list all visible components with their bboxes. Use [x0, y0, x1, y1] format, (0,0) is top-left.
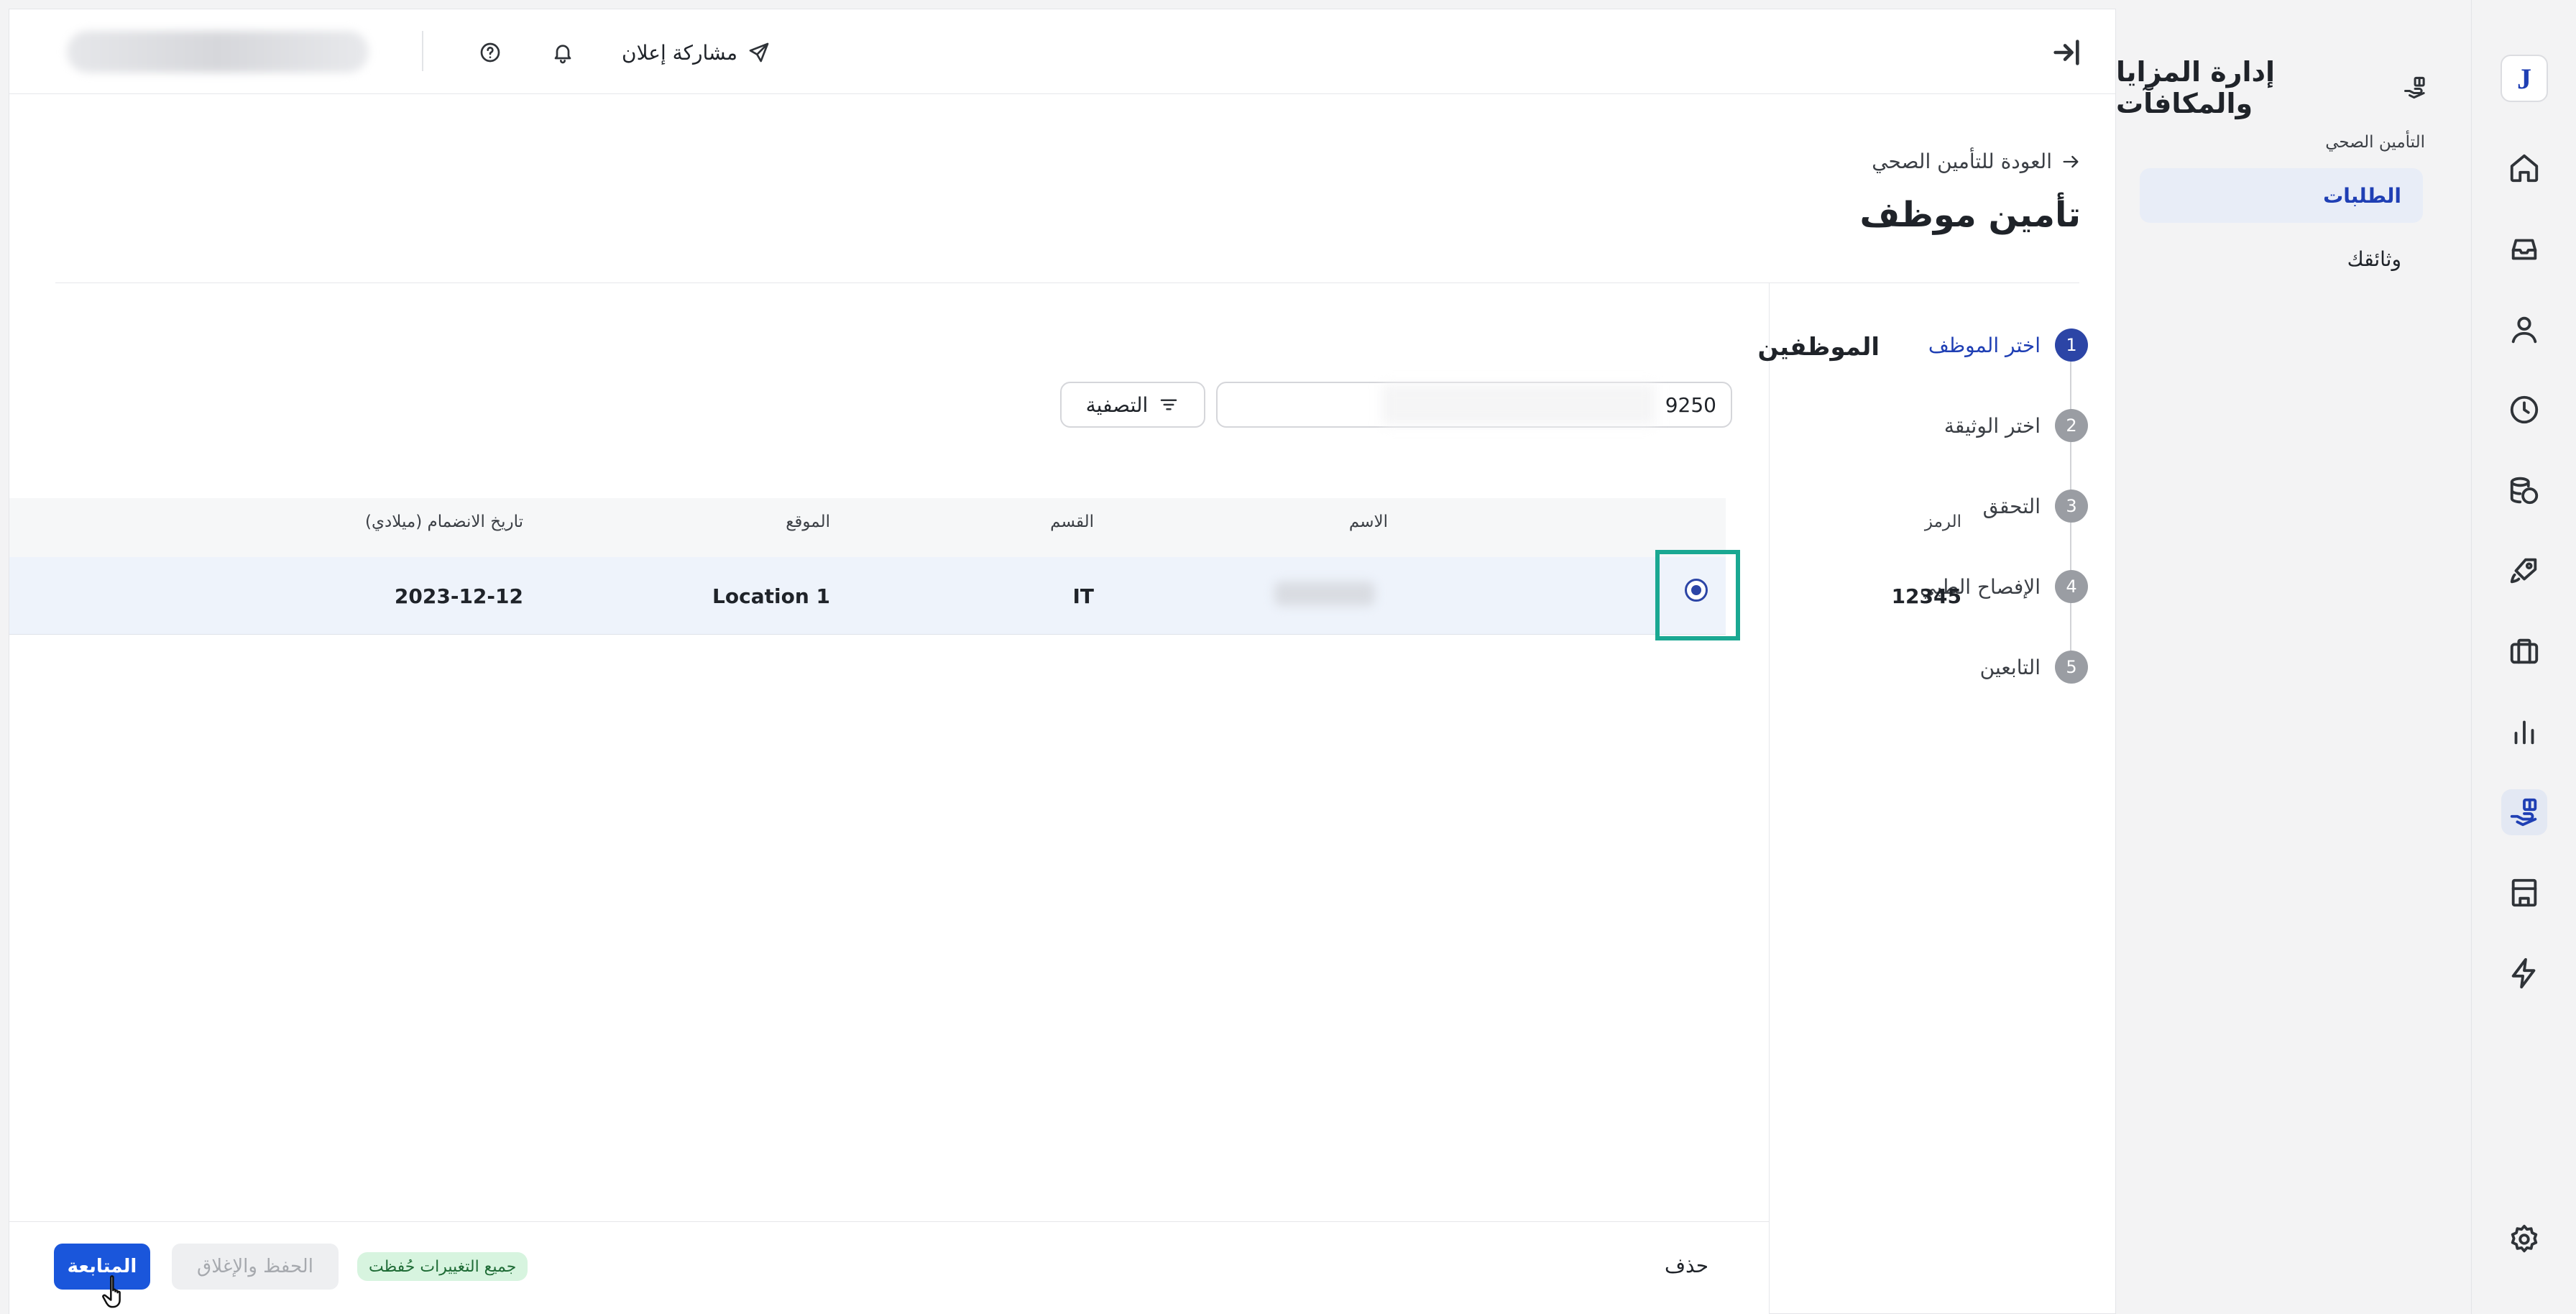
employees-section-title: الموظفين — [1757, 333, 1880, 362]
coins-icon[interactable] — [2501, 467, 2547, 513]
user-profile-blurred[interactable] — [67, 31, 369, 73]
building-icon[interactable] — [2501, 870, 2547, 916]
row-select-radio[interactable] — [1685, 579, 1708, 602]
table-row[interactable] — [9, 557, 1726, 635]
subnav-item-label: الطلبات — [2323, 183, 2401, 208]
step-number: 5 — [2055, 651, 2088, 684]
step-number: 4 — [2055, 570, 2088, 603]
hand-cursor-icon — [102, 1275, 121, 1308]
filter-button-label: التصفية — [1085, 392, 1149, 417]
steps-panel: 1 اختر الموظف 2 اختر الوثيقة 3 التحقق 4 … — [1769, 283, 2117, 1314]
bolt-icon[interactable] — [2501, 950, 2547, 996]
cell-location: Location 1 — [712, 584, 830, 608]
rocket-icon[interactable] — [2501, 548, 2547, 594]
settings-icon[interactable] — [2501, 1216, 2547, 1262]
column-header-department: القسم — [1050, 513, 1094, 531]
cell-code: 12345 — [1891, 584, 1961, 608]
benefits-hand-icon[interactable] — [2501, 789, 2547, 835]
filter-icon — [1161, 399, 1177, 410]
bell-icon[interactable] — [548, 38, 577, 67]
step-label: اختر الوثيقة — [1944, 413, 2041, 438]
home-icon[interactable] — [2501, 145, 2547, 191]
module-title: إدارة المزايا والمكافآت — [2116, 56, 2428, 119]
step-select-policy[interactable]: 2 اختر الوثيقة — [1944, 408, 2088, 443]
user-icon[interactable] — [2501, 306, 2547, 352]
top-bar: مشاركة إعلان — [9, 9, 2115, 94]
step-number: 2 — [2055, 409, 2088, 442]
collapse-sidebar-icon[interactable] — [2049, 35, 2084, 70]
app-window: J إدارة المزايا والمكافآت التأمين الصحي … — [0, 0, 2576, 1314]
delete-button[interactable]: حذف — [1665, 1254, 1708, 1277]
saved-status-badge: جميع التغييرات حُفظت — [357, 1252, 528, 1281]
cell-department: IT — [1072, 584, 1094, 608]
save-and-close-button[interactable]: الحفظ والإغلاق — [172, 1244, 339, 1290]
back-link[interactable]: العودة للتأمين الصحي — [1872, 150, 2081, 173]
bar-chart-icon[interactable] — [2501, 709, 2547, 755]
icon-rail: J — [2471, 0, 2576, 1314]
app-logo: J — [2501, 55, 2548, 102]
arrow-right-icon — [2063, 155, 2079, 167]
filter-button[interactable]: التصفية — [1060, 382, 1205, 428]
footer-bar: حذف المتابعة الحفظ والإغلاق جميع التغيير… — [9, 1221, 1769, 1314]
cell-name-blurred — [1274, 582, 1375, 606]
column-header-code: الرمز — [1924, 513, 1961, 531]
clock-icon[interactable] — [2501, 387, 2547, 433]
share-announcement-button[interactable]: مشاركة إعلان — [622, 37, 770, 68]
module-title-text: إدارة المزايا والمكافآت — [2116, 56, 2276, 119]
page-title: تأمين موظف — [1859, 195, 2081, 235]
back-link-label: العودة للتأمين الصحي — [1872, 150, 2052, 173]
step-number: 3 — [2055, 490, 2088, 523]
step-select-employee[interactable]: 1 اختر الموظف — [1928, 328, 2088, 362]
step-number: 1 — [2055, 328, 2088, 362]
send-icon — [749, 42, 769, 63]
step-label: التحقق — [1982, 494, 2041, 518]
top-bar-divider — [422, 31, 423, 71]
sub-navigation: إدارة المزايا والمكافآت التأمين الصحي ال… — [2116, 0, 2471, 1314]
cell-join-date: 2023-12-12 — [394, 584, 523, 608]
step-dependents[interactable]: 5 التابعين — [1980, 650, 2088, 684]
column-header-join-date: تاريخ الانضمام (ميلادي) — [365, 513, 523, 531]
subnav-section-label: التأمين الصحي — [2325, 133, 2425, 152]
help-icon[interactable] — [476, 38, 505, 67]
step-verification[interactable]: 3 التحقق — [1983, 489, 2088, 523]
column-header-name: الاسم — [1348, 513, 1388, 531]
search-input-blurred-text — [1382, 385, 1655, 425]
benefits-hand-icon — [2404, 76, 2425, 99]
inbox-icon[interactable] — [2501, 226, 2547, 272]
subnav-item-documents[interactable]: وثائقك — [2140, 231, 2423, 286]
briefcase-icon[interactable] — [2501, 628, 2547, 674]
column-header-location: الموقع — [786, 513, 830, 531]
main-panel: مشاركة إعلان العودة للتأمين الصحي تأمين … — [9, 9, 2116, 1314]
step-label: اختر الموظف — [1928, 333, 2041, 357]
subnav-item-label: وثائقك — [2347, 247, 2401, 271]
table-header — [9, 498, 1726, 557]
subnav-item-requests[interactable]: الطلبات — [2140, 168, 2423, 223]
share-announcement-label: مشاركة إعلان — [622, 40, 738, 65]
step-label: التابعين — [1979, 655, 2041, 679]
